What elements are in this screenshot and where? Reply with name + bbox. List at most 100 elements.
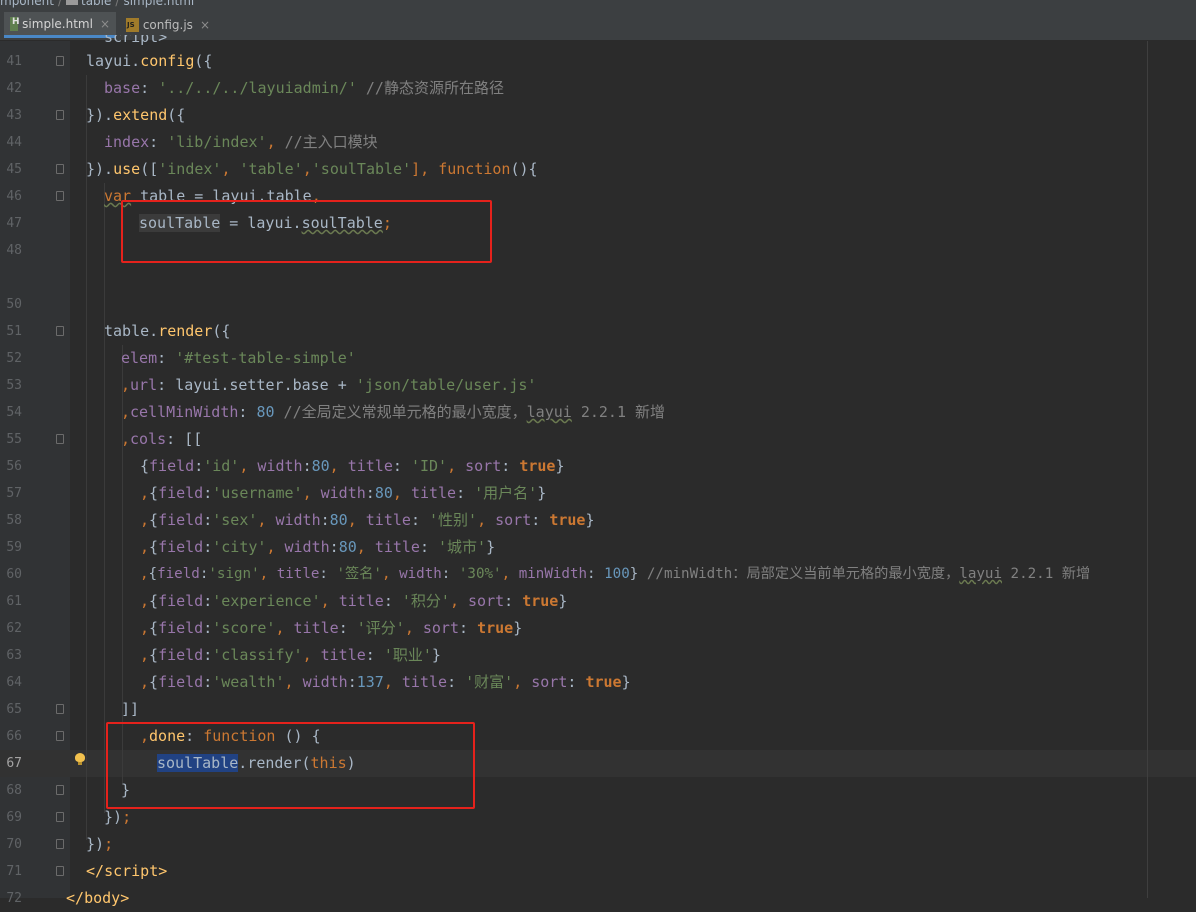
fold-icon[interactable] (56, 704, 64, 714)
line-number: 48 (6, 243, 22, 258)
code-line-42: 42 base: '../../../layuiadmin/' //静态资源所在… (0, 75, 1196, 102)
code-line-64: 64 ,{field:'wealth', width:137, title: '… (0, 669, 1196, 696)
tab-config-js[interactable]: config.js × (120, 12, 216, 38)
line-number: 58 (6, 513, 22, 528)
code-text: </body> (66, 889, 130, 907)
close-icon[interactable]: × (200, 18, 210, 32)
line-number: 41 (6, 54, 22, 69)
line-number: 53 (6, 378, 22, 393)
lightbulb-icon[interactable] (75, 753, 85, 765)
line-number: 62 (6, 621, 22, 636)
line-number: 56 (6, 459, 22, 474)
code-text: ,url: layui.setter.base + 'json/table/us… (121, 376, 537, 394)
code-line-71: 71 </script> (0, 858, 1196, 885)
line-number: 66 (6, 729, 22, 744)
code-text: ,{field:'experience', title: '积分', sort:… (140, 592, 568, 610)
line-number: 55 (6, 432, 22, 447)
line-number: 46 (6, 189, 22, 204)
fold-icon[interactable] (56, 866, 64, 876)
code-text: ,cellMinWidth: 80 //全局定义常规单元格的最小宽度，layui… (121, 403, 666, 421)
line-number: 68 (6, 783, 22, 798)
code-text: }); (86, 835, 114, 853)
code-text: ,{field:'wealth', width:137, title: '财富'… (140, 673, 631, 691)
code-line-45: 45 }).use(['index', 'table','soulTable']… (0, 156, 1196, 183)
fold-icon[interactable] (56, 56, 64, 66)
line-number: 54 (6, 405, 22, 420)
editor-top-bar: mponent/table/simple.html simple.html × … (0, 0, 1196, 41)
line-number: 65 (6, 702, 22, 717)
line-number: 72 (6, 891, 22, 906)
js-file-icon (126, 18, 139, 32)
close-icon[interactable]: × (100, 17, 110, 31)
code-text: ,{field:'sex', width:80, title: '性别', so… (140, 511, 595, 529)
fold-icon[interactable] (56, 164, 64, 174)
code-text: layui.config({ (86, 52, 213, 70)
line-number: 45 (6, 162, 22, 177)
line-number: 57 (6, 486, 22, 501)
code-text: ,cols: [[ (121, 430, 203, 448)
fold-icon[interactable] (56, 434, 64, 444)
line-number: 44 (6, 135, 22, 150)
code-line-63: 63 ,{field:'classify', title: '职业'} (0, 642, 1196, 669)
folder-icon (66, 0, 78, 5)
code-line-43: 43 }).extend({ (0, 102, 1196, 129)
line-number: 60 (6, 567, 22, 582)
code-text: table.render({ (104, 322, 231, 340)
line-number: 51 (6, 324, 22, 339)
code-line-50: 50 (0, 291, 1196, 318)
line-number: 59 (6, 540, 22, 555)
fold-icon[interactable] (56, 839, 64, 849)
line-number: 50 (6, 297, 22, 312)
code-text: ,{field:'score', title: '评分', sort: true… (140, 619, 523, 637)
line-number: 67 (6, 756, 22, 771)
tab-label: config.js (142, 18, 193, 32)
tab-label: simple.html (22, 16, 93, 31)
fold-icon[interactable] (56, 785, 64, 795)
code-line-57: 57 ,{field:'username', width:80, title: … (0, 480, 1196, 507)
breadcrumb-item[interactable]: table (81, 0, 111, 8)
fold-icon[interactable] (56, 191, 64, 201)
fold-icon[interactable] (56, 812, 64, 822)
code-text: elem: '#test-table-simple' (121, 349, 356, 367)
breadcrumb-separator: / (115, 0, 120, 8)
breadcrumb-item[interactable]: mponent (0, 0, 54, 8)
breadcrumb: mponent / table / simple.html (0, 0, 194, 8)
breadcrumb-item[interactable]: simple.html (123, 0, 194, 8)
code-text: ,{field:'username', width:80, title: '用户… (140, 484, 547, 502)
red-box-done-callback (106, 722, 475, 809)
code-line-51: 51 table.render({ (0, 318, 1196, 345)
code-text: ]] (121, 700, 140, 718)
code-line-60: 60 ,{field:'sign', title: '签名', width: '… (0, 561, 1196, 588)
code-line-54: 54 ,cellMinWidth: 80 //全局定义常规单元格的最小宽度，la… (0, 399, 1196, 426)
code-line-56: 56 {field:'id', width:80, title: 'ID', s… (0, 453, 1196, 480)
code-line-44: 44 index: 'lib/index', //主入口模块 (0, 129, 1196, 156)
code-text: base: '../../../layuiadmin/' //静态资源所在路径 (104, 79, 504, 97)
fold-icon[interactable] (56, 731, 64, 741)
tab-simple-html[interactable]: simple.html × (4, 12, 116, 38)
line-number: 69 (6, 810, 22, 825)
line-number: 63 (6, 648, 22, 663)
code-text: ,{field:'sign', title: '签名', width: '30%… (140, 566, 1091, 582)
code-line-41: 41 layui.config({ (0, 48, 1196, 75)
code-line-59: 59 ,{field:'city', width:80, title: '城市'… (0, 534, 1196, 561)
line-number: 61 (6, 594, 22, 609)
breadcrumb-separator: / (57, 0, 62, 8)
line-number: 71 (6, 864, 22, 879)
lightbulb-glass (75, 753, 85, 762)
code-line-62: 62 ,{field:'score', title: '评分', sort: t… (0, 615, 1196, 642)
code-text: }).extend({ (86, 106, 186, 124)
html-file-icon (10, 16, 20, 31)
code-line-72: 72 </body> (0, 885, 1196, 912)
fold-icon[interactable] (56, 326, 64, 336)
code-line-58: 58 ,{field:'sex', width:80, title: '性别',… (0, 507, 1196, 534)
code-text: index: 'lib/index', //主入口模块 (104, 133, 378, 151)
fold-icon[interactable] (56, 110, 64, 120)
line-number: 43 (6, 108, 22, 123)
red-box-soultable-declaration (121, 200, 492, 263)
code-line-52: 52 elem: '#test-table-simple' (0, 345, 1196, 372)
line-number: 52 (6, 351, 22, 366)
code-text: ,{field:'classify', title: '职业'} (140, 646, 441, 664)
line-number: 47 (6, 216, 22, 231)
code-text: ,{field:'city', width:80, title: '城市'} (140, 538, 496, 556)
code-line-65: 65 ]] (0, 696, 1196, 723)
